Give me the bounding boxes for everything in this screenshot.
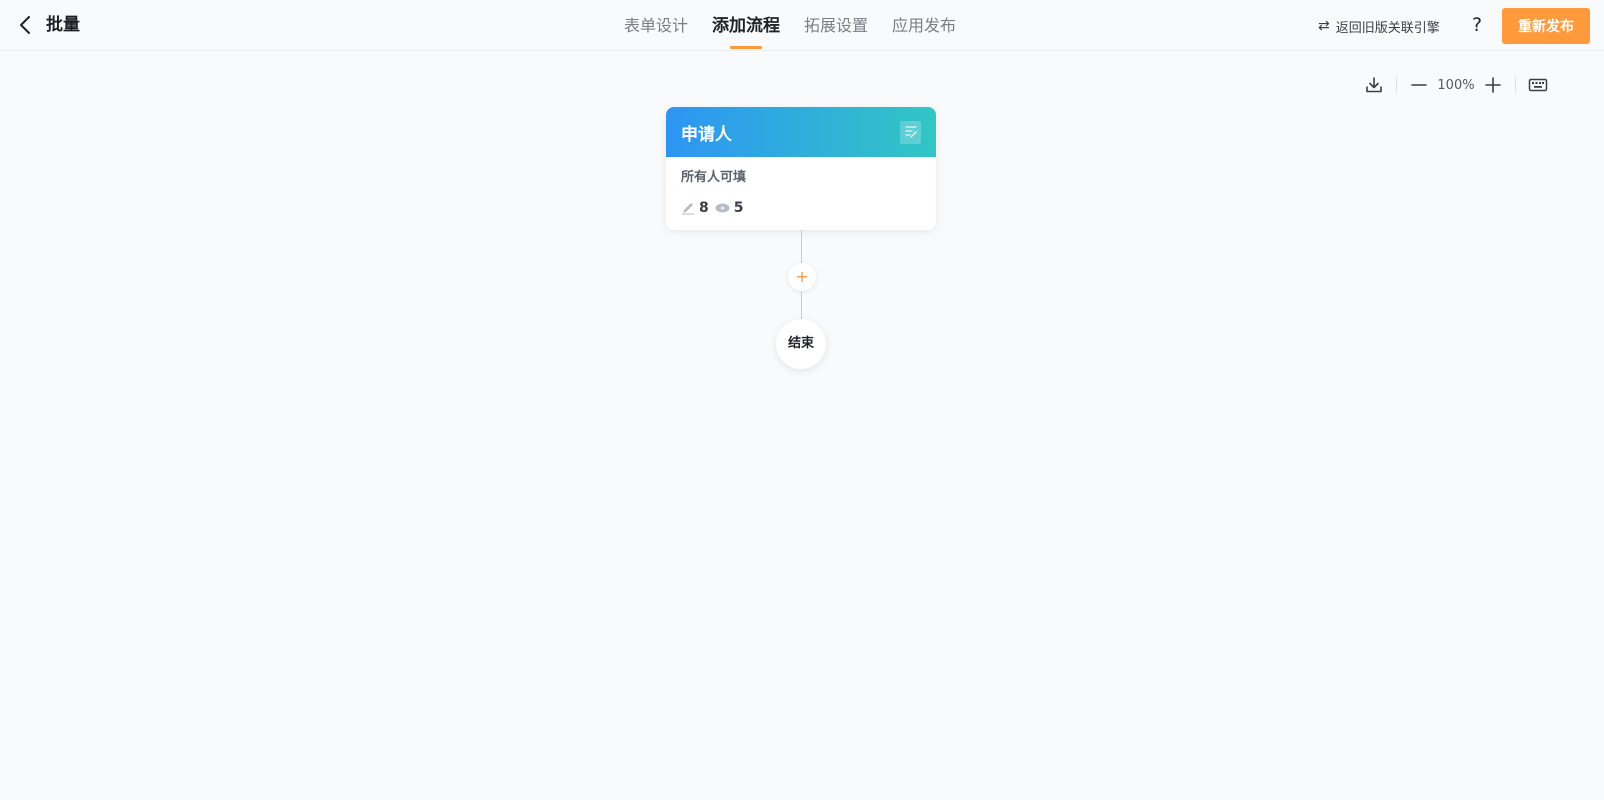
keyboard-shortcuts-button[interactable] bbox=[1524, 71, 1552, 99]
help-button[interactable]: ? bbox=[1466, 13, 1488, 37]
canvas-toolbar: 100% bbox=[1360, 70, 1552, 100]
node-field-stats: 8 5 bbox=[681, 199, 921, 217]
zoom-out-button[interactable] bbox=[1405, 71, 1433, 99]
chevron-left-icon bbox=[20, 16, 30, 34]
tab-form-design[interactable]: 表单设计 bbox=[624, 0, 688, 51]
node-body: 所有人可填 8 5 bbox=[666, 157, 936, 217]
tab-extension-settings[interactable]: 拓展设置 bbox=[804, 0, 868, 51]
back-button[interactable] bbox=[14, 14, 36, 36]
legacy-link-label: 返回旧版关联引擎 bbox=[1335, 20, 1440, 36]
node-header: 申请人 bbox=[666, 107, 936, 157]
eye-view-icon bbox=[715, 203, 730, 213]
swap-arrows-icon: ⇄ bbox=[1318, 18, 1330, 34]
zoom-in-button[interactable] bbox=[1479, 71, 1507, 99]
download-icon bbox=[1366, 77, 1382, 93]
app-title: 批量 bbox=[46, 15, 80, 35]
zoom-in-icon bbox=[1485, 77, 1501, 93]
tab-app-publish[interactable]: 应用发布 bbox=[892, 0, 956, 51]
editable-field-count: 8 bbox=[699, 200, 709, 216]
toolbar-divider bbox=[1515, 77, 1516, 93]
connector-line bbox=[801, 291, 802, 319]
return-legacy-engine-link[interactable]: ⇄ 返回旧版关联引擎 bbox=[1318, 15, 1440, 37]
zoom-level: 100% bbox=[1437, 77, 1475, 93]
download-button[interactable] bbox=[1360, 71, 1388, 99]
republish-button[interactable]: 重新发布 bbox=[1502, 8, 1590, 44]
tab-add-process[interactable]: 添加流程 bbox=[712, 0, 780, 51]
add-node-button[interactable]: + bbox=[788, 263, 816, 291]
edit-pencil-icon bbox=[682, 203, 694, 215]
node-title: 申请人 bbox=[681, 124, 732, 145]
node-description: 所有人可填 bbox=[681, 170, 747, 185]
connector-line bbox=[801, 230, 802, 263]
toolbar-divider bbox=[1396, 77, 1397, 93]
top-bar: 批量 表单设计 添加流程 拓展设置 应用发布 ⇄ 返回旧版关联引擎 ? 重新发布 bbox=[0, 0, 1604, 51]
main-tabs: 表单设计 添加流程 拓展设置 应用发布 bbox=[624, 0, 980, 51]
zoom-out-icon bbox=[1411, 84, 1427, 86]
form-edit-icon bbox=[900, 120, 921, 144]
applicant-node-card[interactable]: 申请人 所有人可填 8 5 bbox=[666, 107, 936, 230]
viewable-field-count: 5 bbox=[733, 200, 744, 216]
end-node: 结束 bbox=[776, 319, 826, 369]
keyboard-icon bbox=[1528, 78, 1548, 92]
